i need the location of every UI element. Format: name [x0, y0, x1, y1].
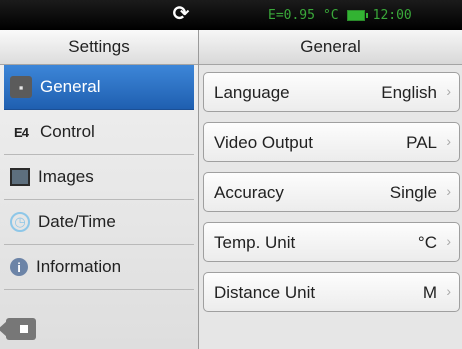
setting-label: Accuracy: [214, 183, 284, 202]
setting-row-distance-unit[interactable]: Distance Unit M ›: [203, 272, 460, 312]
back-arrow-icon[interactable]: [0, 318, 36, 340]
sidebar-item-label: Date/Time: [38, 212, 116, 231]
setting-label: Distance Unit: [214, 283, 316, 302]
general-panel: General Language English › Video Output …: [199, 30, 462, 349]
sidebar-title: Settings: [0, 30, 198, 65]
chevron-right-icon: ›: [446, 183, 451, 199]
setting-label: Language: [214, 83, 290, 102]
page-title: General: [199, 30, 462, 65]
status-indicators: E=0.95 °C 12:00: [268, 6, 412, 24]
chevron-right-icon: ›: [446, 283, 451, 299]
refresh-icon[interactable]: ⟳: [170, 3, 192, 25]
clock-icon: ◷: [10, 212, 30, 232]
battery-icon: [346, 9, 368, 21]
clock-readout: 12:00: [372, 7, 412, 23]
setting-value: M: [422, 283, 437, 302]
sidebar-item-label: Control: [40, 122, 95, 141]
setting-label: Video Output: [214, 133, 313, 152]
sidebar-item-label: General: [40, 77, 101, 96]
setting-row-accuracy[interactable]: Accuracy Single ›: [203, 172, 460, 212]
sidebar-item-general[interactable]: ▪ General: [4, 65, 194, 110]
control-icon: E4: [14, 124, 29, 140]
sidebar-item-images[interactable]: Images: [4, 155, 194, 200]
setting-value: PAL: [406, 133, 437, 152]
sidebar-item-information[interactable]: i Information: [4, 245, 194, 290]
info-icon: i: [10, 258, 28, 276]
images-icon: [10, 168, 30, 186]
setting-row-video-output[interactable]: Video Output PAL ›: [203, 122, 460, 162]
setting-row-temp-unit[interactable]: Temp. Unit °C ›: [203, 222, 460, 262]
chevron-right-icon: ›: [446, 133, 451, 149]
sidebar-item-label: Images: [38, 167, 94, 186]
setting-value: English: [381, 83, 437, 102]
sidebar-item-label: Information: [36, 257, 122, 276]
sidebar-item-date-time[interactable]: ◷ Date/Time: [4, 200, 194, 245]
status-bar: ⟳ E=0.95 °C 12:00: [0, 0, 462, 30]
emissivity-readout: E=0.95: [268, 7, 315, 23]
setting-row-language[interactable]: Language English ›: [203, 72, 460, 112]
sidebar-item-control[interactable]: E4 Control: [4, 110, 194, 155]
chevron-right-icon: ›: [446, 233, 451, 249]
general-icon: ▪: [10, 76, 32, 98]
setting-label: Temp. Unit: [214, 233, 296, 252]
chevron-right-icon: ›: [446, 83, 451, 99]
temperature-unit-readout: °C: [322, 7, 339, 23]
setting-value: Single: [389, 183, 437, 202]
setting-value: °C: [417, 233, 437, 252]
settings-sidebar: Settings ▪ General E4 Control Images ◷ D…: [0, 30, 199, 349]
